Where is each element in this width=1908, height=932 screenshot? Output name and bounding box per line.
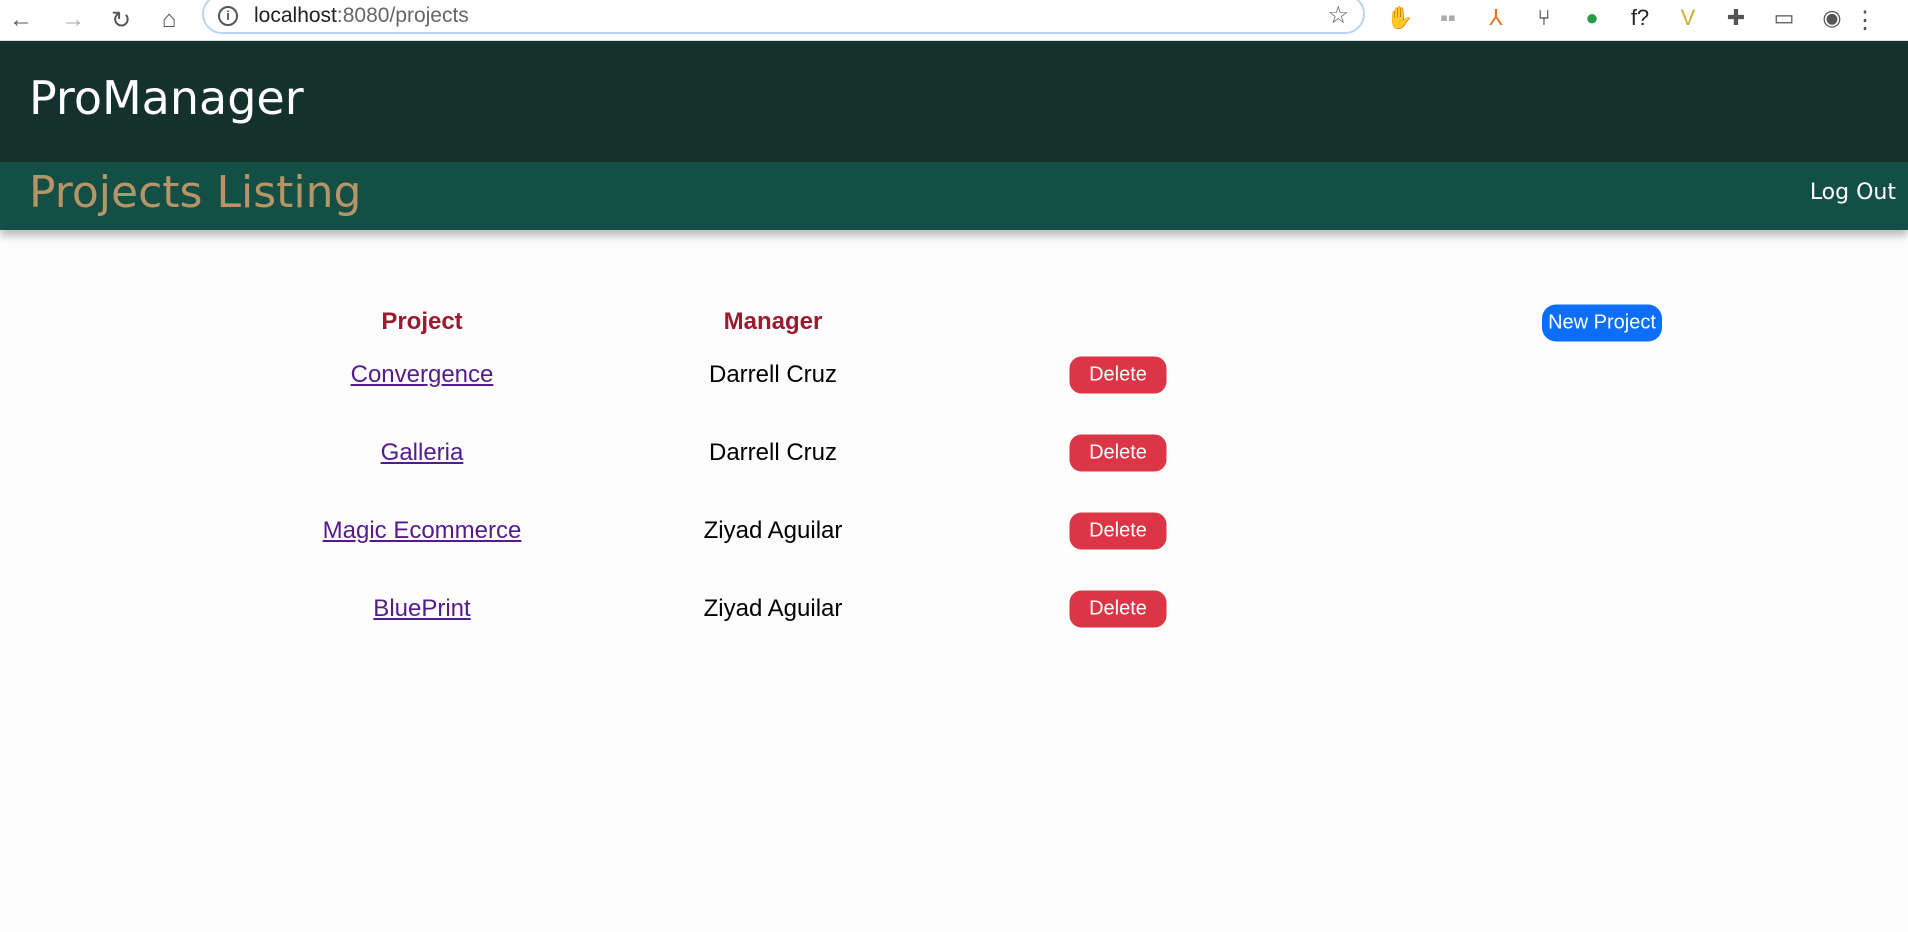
info-icon[interactable]: i bbox=[218, 6, 238, 26]
manager-name: Ziyad Aguilar bbox=[703, 517, 843, 544]
new-project-button[interactable]: New Project bbox=[1542, 304, 1662, 342]
back-icon[interactable]: ← bbox=[6, 6, 36, 34]
cast-icon[interactable]: ▭ bbox=[1769, 5, 1799, 31]
menu-icon[interactable]: ⋮ bbox=[1850, 6, 1880, 35]
extension-icon[interactable]: ▪▪ bbox=[1433, 5, 1463, 31]
forward-icon[interactable]: → bbox=[58, 6, 88, 34]
manager-name: Darrell Cruz bbox=[708, 439, 838, 466]
profile-icon[interactable]: ◉ bbox=[1817, 5, 1847, 31]
url-host: localhost bbox=[254, 4, 337, 27]
font-icon[interactable]: f? bbox=[1625, 5, 1655, 31]
column-header-manager: Manager bbox=[723, 308, 823, 335]
delete-button[interactable]: Delete bbox=[1069, 590, 1167, 628]
delete-button[interactable]: Delete bbox=[1069, 356, 1167, 394]
url-text: localhost:8080/projects bbox=[254, 4, 469, 28]
project-link[interactable]: Magic Ecommerce bbox=[323, 517, 522, 545]
brand-title: ProManager bbox=[29, 71, 304, 125]
bookmark-star-icon[interactable]: ☆ bbox=[1327, 1, 1349, 30]
manager-name: Ziyad Aguilar bbox=[703, 595, 843, 622]
sub-header: Projects Listing Log Out bbox=[0, 162, 1908, 230]
home-icon[interactable]: ⌂ bbox=[154, 6, 184, 34]
project-link[interactable]: Galleria bbox=[381, 439, 464, 467]
project-link[interactable]: Convergence bbox=[351, 361, 494, 389]
delete-button[interactable]: Delete bbox=[1069, 512, 1167, 550]
color-wheel-icon[interactable]: ● bbox=[1577, 5, 1607, 31]
browser-toolbar: ← → ↻ ⌂ i localhost:8080/projects ☆ ✋ ▪▪ ⅄… bbox=[0, 0, 1908, 41]
url-path: :8080/projects bbox=[336, 4, 469, 27]
puzzle-icon[interactable]: ✚ bbox=[1721, 5, 1751, 31]
project-link[interactable]: BluePrint bbox=[373, 595, 470, 623]
manager-name: Darrell Cruz bbox=[708, 361, 838, 388]
app-header: ProManager bbox=[0, 41, 1908, 162]
vue-icon[interactable]: V bbox=[1673, 5, 1703, 31]
fox-icon[interactable]: ⅄ bbox=[1481, 5, 1511, 31]
column-header-project: Project bbox=[381, 308, 463, 335]
logout-link[interactable]: Log Out bbox=[1810, 180, 1896, 205]
git-icon[interactable]: ⑂ bbox=[1529, 5, 1559, 31]
delete-button[interactable]: Delete bbox=[1069, 434, 1167, 472]
page-title: Projects Listing bbox=[29, 167, 362, 218]
adblock-icon[interactable]: ✋ bbox=[1385, 5, 1415, 31]
reload-icon[interactable]: ↻ bbox=[106, 6, 136, 35]
address-bar[interactable]: i localhost:8080/projects ☆ bbox=[202, 0, 1365, 34]
